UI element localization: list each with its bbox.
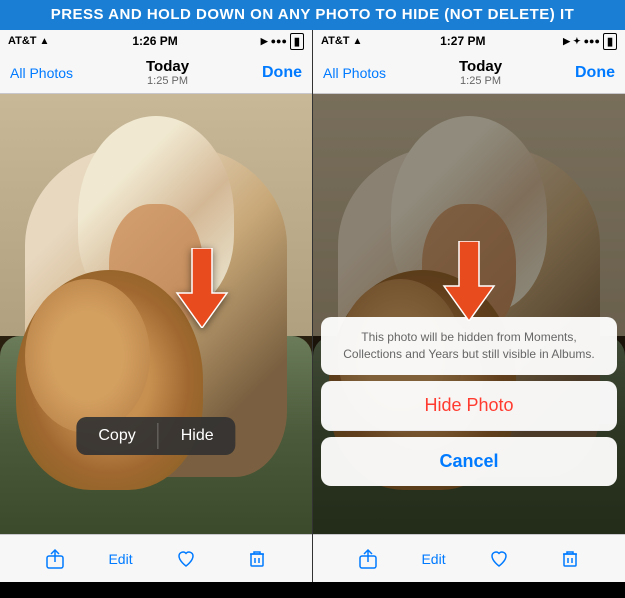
right-edit-button[interactable]: Edit [421,551,445,567]
action-sheet-buttons: Hide Photo [321,381,617,431]
instruction-banner: PRESS AND HOLD DOWN ON ANY PHOTO TO HIDE… [0,0,625,30]
right-toolbar: Edit [313,534,625,582]
right-like-button[interactable] [481,541,517,577]
left-signal-icon: ●●● [271,36,287,46]
left-location-icon: ▶ [261,36,268,47]
right-share-button[interactable] [350,541,386,577]
right-nav-subtitle: 1:25 PM [459,75,502,87]
left-status-left: AT&T ▲ [8,35,49,47]
right-back-button[interactable]: All Photos [323,65,386,81]
like-button[interactable] [168,541,204,577]
left-back-button[interactable]: All Photos [10,65,73,81]
context-menu: Copy Hide [76,417,235,455]
left-wifi-icon: ▲ [40,36,50,47]
left-toolbar: Edit [0,534,312,582]
right-carrier: AT&T [321,35,350,47]
delete-button[interactable] [239,541,275,577]
left-phone-panel: AT&T ▲ 1:26 PM ▶ ●●● ▮ All Photos Today … [0,30,313,582]
left-status-right: ▶ ●●● ▮ [261,33,304,50]
action-sheet: This photo will be hidden from Moments, … [313,317,625,486]
cancel-button[interactable]: Cancel [321,437,617,486]
left-nav-subtitle: 1:25 PM [146,75,189,87]
left-dog-face [25,279,150,433]
left-battery-icon: ▮ [290,33,304,50]
left-nav-bar: All Photos Today 1:25 PM Done [0,52,312,94]
right-photo-area: This photo will be hidden from Moments, … [313,94,625,534]
right-nav-title-group: Today 1:25 PM [459,58,502,87]
banner-text: PRESS AND HOLD DOWN ON ANY PHOTO TO HIDE… [51,6,575,23]
left-photo-area: Copy Hide [0,94,312,534]
share-button[interactable] [37,541,73,577]
hide-menu-item[interactable]: Hide [159,417,236,455]
right-wifi-icon: ▲ [353,36,363,47]
right-nav-title: Today [459,58,502,75]
right-time: 1:27 PM [440,34,485,48]
hide-photo-button[interactable]: Hide Photo [321,381,617,431]
right-phone-panel: AT&T ▲ 1:27 PM ▶ ✦ ●●● ▮ All Photos Toda… [313,30,625,582]
left-nav-title: Today [146,58,189,75]
left-carrier: AT&T [8,35,37,47]
right-battery-icon: ▮ [603,33,617,50]
right-arrow-indicator [439,241,499,326]
left-nav-title-group: Today 1:25 PM [146,58,189,87]
right-status-left: AT&T ▲ [321,35,362,47]
edit-button[interactable]: Edit [108,551,132,567]
copy-menu-item[interactable]: Copy [76,417,157,455]
action-sheet-message: This photo will be hidden from Moments, … [321,317,617,375]
right-status-bar: AT&T ▲ 1:27 PM ▶ ✦ ●●● ▮ [313,30,625,52]
right-status-right: ▶ ✦ ●●● ▮ [563,33,617,50]
right-bluetooth-icon: ✦ [573,36,581,47]
right-delete-button[interactable] [552,541,588,577]
right-location-icon: ▶ [563,36,570,47]
action-sheet-cancel-group: Cancel [321,437,617,486]
right-done-button[interactable]: Done [575,64,615,82]
left-done-button[interactable]: Done [262,64,302,82]
right-nav-bar: All Photos Today 1:25 PM Done [313,52,625,94]
right-signal-icon: ●●● [584,36,600,46]
left-status-bar: AT&T ▲ 1:26 PM ▶ ●●● ▮ [0,30,312,52]
left-time: 1:26 PM [132,34,177,48]
